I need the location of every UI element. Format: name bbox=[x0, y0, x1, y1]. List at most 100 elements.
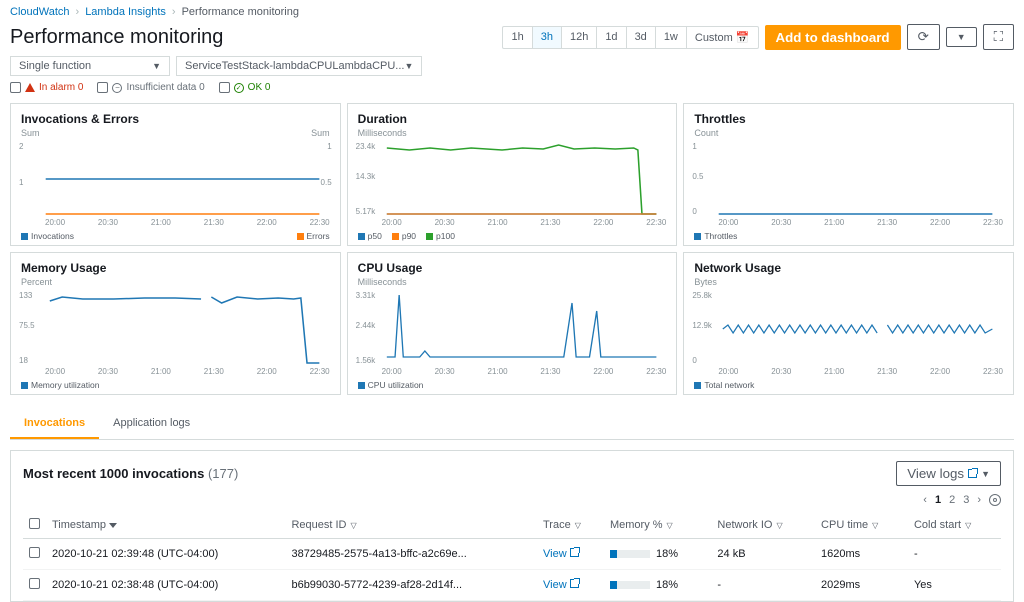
panel-title: CPU Usage bbox=[358, 261, 667, 275]
x-axis: 20:0020:3021:0021:3022:0022:30 bbox=[21, 365, 330, 378]
row-checkbox[interactable] bbox=[29, 578, 40, 589]
sort-icon: ▽ bbox=[872, 521, 878, 530]
legend-network: Total network bbox=[694, 380, 754, 390]
pager-prev[interactable]: ‹ bbox=[923, 494, 927, 506]
checkbox-icon bbox=[219, 82, 230, 93]
chart-invocations[interactable]: 21 10.5 bbox=[21, 142, 330, 216]
cell-trace[interactable]: View bbox=[537, 570, 604, 601]
th-timestamp[interactable]: Timestamp bbox=[46, 512, 285, 539]
tab-invocations[interactable]: Invocations bbox=[10, 409, 99, 439]
chevron-down-icon: ▼ bbox=[981, 469, 990, 479]
select-all-checkbox[interactable] bbox=[29, 518, 40, 529]
range-1h[interactable]: 1h bbox=[503, 27, 532, 48]
range-3h[interactable]: 3h bbox=[533, 27, 562, 48]
table-row[interactable]: 2020-10-21 02:39:48 (UTC-04:00) 38729485… bbox=[23, 539, 1001, 570]
legend-throttles: Throttles bbox=[694, 231, 737, 241]
refresh-button[interactable]: ⟳ bbox=[907, 24, 940, 50]
in-alarm-filter[interactable]: In alarm 0 bbox=[10, 82, 83, 93]
sort-icon: ▽ bbox=[575, 521, 581, 530]
range-1w[interactable]: 1w bbox=[656, 27, 687, 48]
panel-cpu: CPU Usage Milliseconds 3.31k2.44k1.56k 2… bbox=[347, 252, 678, 395]
insufficient-data-filter[interactable]: −Insufficient data 0 bbox=[97, 82, 204, 93]
cell-cpu: 1620ms bbox=[815, 539, 908, 570]
th-network[interactable]: Network IO▽ bbox=[711, 512, 815, 539]
panel-sub: Percent bbox=[21, 277, 330, 287]
cell-cold: - bbox=[908, 539, 1001, 570]
panel-title: Invocations & Errors bbox=[21, 112, 330, 126]
cell-timestamp: 2020-10-21 02:39:48 (UTC-04:00) bbox=[46, 539, 285, 570]
fullscreen-button[interactable]: ⛶ bbox=[983, 24, 1014, 50]
panel-sub: Count bbox=[694, 128, 1003, 138]
chart-cpu[interactable]: 3.31k2.44k1.56k bbox=[358, 291, 667, 365]
x-axis: 20:0020:3021:0021:3022:0022:30 bbox=[358, 216, 667, 229]
th-trace[interactable]: Trace▽ bbox=[537, 512, 604, 539]
square-icon bbox=[21, 233, 28, 240]
chevron-right-icon: › bbox=[172, 6, 176, 18]
cell-memory: 18% bbox=[604, 570, 711, 601]
view-mode-value: Single function bbox=[19, 60, 91, 72]
th-cpu[interactable]: CPU time▽ bbox=[815, 512, 908, 539]
panel-title: Throttles bbox=[694, 112, 1003, 126]
check-circle-icon: ✓ bbox=[234, 83, 244, 93]
chevron-down-icon: ▼ bbox=[404, 61, 413, 71]
cell-timestamp: 2020-10-21 02:38:48 (UTC-04:00) bbox=[46, 570, 285, 601]
pager: ‹ 1 2 3 › bbox=[23, 494, 1001, 506]
pager-next[interactable]: › bbox=[977, 494, 981, 506]
external-link-icon bbox=[570, 548, 579, 557]
pager-page-2[interactable]: 2 bbox=[949, 494, 955, 506]
chevron-down-icon: ▼ bbox=[152, 61, 161, 71]
refresh-options-button[interactable]: ▼ bbox=[946, 27, 977, 47]
function-select[interactable]: ServiceTestStack-lambdaCPULambdaCPU... ▼ bbox=[176, 56, 422, 76]
breadcrumb-mid[interactable]: Lambda Insights bbox=[85, 6, 166, 18]
cell-request-id: 38729485-2575-4a13-bffc-a2c69e... bbox=[285, 539, 537, 570]
pager-page-3[interactable]: 3 bbox=[963, 494, 969, 506]
cell-network: 24 kB bbox=[711, 539, 815, 570]
sort-desc-icon bbox=[109, 523, 117, 528]
refresh-icon: ⟳ bbox=[918, 29, 929, 45]
sort-icon: ▽ bbox=[667, 521, 673, 530]
gear-icon[interactable] bbox=[989, 494, 1001, 506]
x-axis: 20:0020:3021:0021:3022:0022:30 bbox=[694, 365, 1003, 378]
legend-p50: p50 bbox=[358, 231, 382, 241]
invocations-table-section: Most recent 1000 invocations (177) View … bbox=[10, 450, 1014, 602]
table-row[interactable]: 2020-10-21 02:38:48 (UTC-04:00) b6b99030… bbox=[23, 570, 1001, 601]
cell-trace[interactable]: View bbox=[537, 539, 604, 570]
chart-throttles[interactable]: 10.50 bbox=[694, 142, 1003, 216]
alarm-triangle-icon bbox=[25, 83, 35, 92]
pager-page-1[interactable]: 1 bbox=[935, 494, 941, 506]
th-request-id[interactable]: Request ID▽ bbox=[285, 512, 537, 539]
chart-memory[interactable]: 13375.518 bbox=[21, 291, 330, 365]
add-to-dashboard-button[interactable]: Add to dashboard bbox=[765, 25, 901, 50]
panel-sub: Milliseconds bbox=[358, 277, 667, 287]
chevron-down-icon: ▼ bbox=[957, 32, 966, 42]
minus-circle-icon: − bbox=[112, 83, 122, 93]
tab-application-logs[interactable]: Application logs bbox=[99, 409, 204, 439]
chart-duration[interactable]: 23.4k14.3k5.17k bbox=[358, 142, 667, 216]
square-icon bbox=[297, 233, 304, 240]
panel-network: Network Usage Bytes 25.8k12.9k0 20:0020:… bbox=[683, 252, 1014, 395]
row-checkbox[interactable] bbox=[29, 547, 40, 558]
view-logs-button[interactable]: View logs ▼ bbox=[896, 461, 1001, 486]
status-ok-label: OK 0 bbox=[248, 82, 271, 93]
range-3d[interactable]: 3d bbox=[627, 27, 656, 48]
panel-sub: Bytes bbox=[694, 277, 1003, 287]
view-mode-select[interactable]: Single function ▼ bbox=[10, 56, 170, 76]
invocations-table: Timestamp Request ID▽ Trace▽ Memory %▽ N… bbox=[23, 512, 1001, 601]
range-custom[interactable]: Custom 📅 bbox=[687, 27, 758, 48]
tabbar: Invocations Application logs bbox=[10, 409, 1014, 440]
breadcrumb-root[interactable]: CloudWatch bbox=[10, 6, 70, 18]
x-axis: 20:0020:3021:0021:3022:0022:30 bbox=[694, 216, 1003, 229]
status-insufficient-label: Insufficient data 0 bbox=[126, 82, 204, 93]
th-memory[interactable]: Memory %▽ bbox=[604, 512, 711, 539]
ok-filter[interactable]: ✓ OK 0 bbox=[219, 82, 271, 93]
range-1d[interactable]: 1d bbox=[597, 27, 626, 48]
range-12h[interactable]: 12h bbox=[562, 27, 597, 48]
breadcrumb: CloudWatch › Lambda Insights › Performan… bbox=[0, 0, 1024, 24]
legend-cpu: CPU utilization bbox=[358, 380, 424, 390]
external-link-icon bbox=[570, 579, 579, 588]
chart-network[interactable]: 25.8k12.9k0 bbox=[694, 291, 1003, 365]
panel-title: Duration bbox=[358, 112, 667, 126]
th-cold[interactable]: Cold start▽ bbox=[908, 512, 1001, 539]
panel-sub: Sum bbox=[21, 128, 40, 138]
x-axis: 20:0020:3021:0021:3022:0022:30 bbox=[358, 365, 667, 378]
